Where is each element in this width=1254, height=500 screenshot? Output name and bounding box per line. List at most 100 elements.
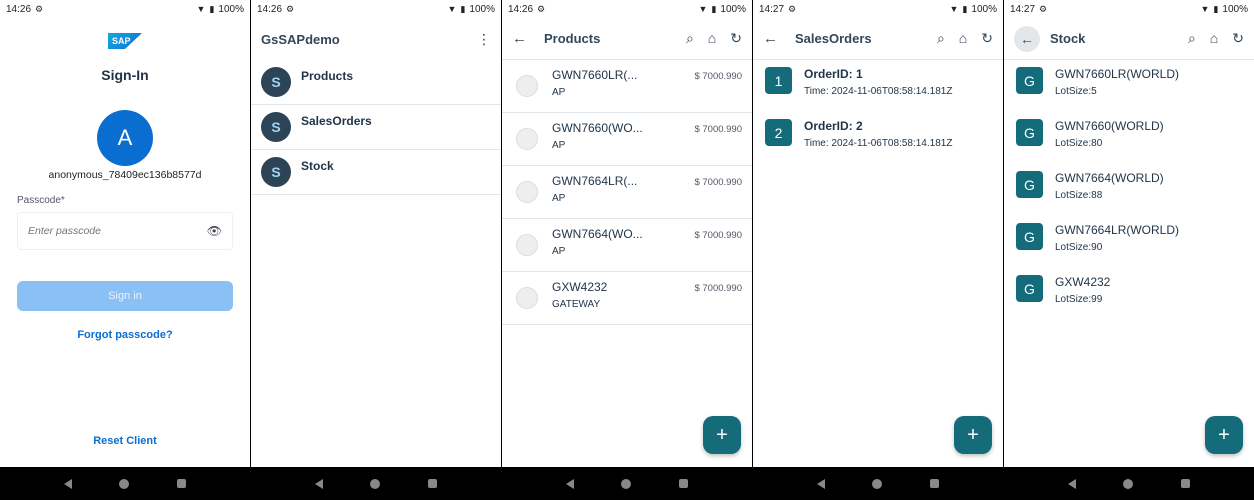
clock: 14:27 (759, 3, 785, 15)
user-id: anonymous_78409ec136b8577d (48, 169, 202, 181)
product-price: $ 7000.990 (694, 71, 742, 82)
battery-level: 100% (1222, 3, 1248, 15)
product-category: AP (552, 87, 566, 98)
add-button[interactable]: + (954, 416, 992, 454)
wifi-icon: ▼ (949, 3, 959, 14)
settings-icon: ⚙ (788, 3, 797, 14)
menu-item-salesorders[interactable]: S SalesOrders (251, 105, 501, 150)
passcode-field[interactable]: 👁 (17, 212, 233, 250)
page-title: Products (544, 31, 601, 46)
wifi-icon: ▼ (447, 3, 457, 14)
status-bar: 14:27 ⚙ ▼ ▮ 100% (1004, 0, 1254, 18)
recents-nav-icon[interactable] (1181, 479, 1191, 488)
home-icon[interactable]: ⌂ (708, 30, 716, 47)
list-item[interactable]: GWN7660LR(... AP $ 7000.990 (502, 60, 752, 113)
products-screen: 14:26 ⚙ ▼ ▮ 100% ← Products ⌕ ⌂ ↻ GWN7660LR… (502, 0, 752, 467)
stock-badge: G (1016, 119, 1043, 146)
back-arrow-icon[interactable]: ← (1014, 25, 1040, 52)
list-item[interactable]: GWN7660(WO... AP $ 7000.990 (502, 113, 752, 166)
back-arrow-icon[interactable]: ← (512, 30, 544, 47)
lot-size: LotSize:90 (1055, 242, 1103, 253)
lot-size: LotSize:99 (1055, 294, 1103, 305)
refresh-icon[interactable]: ↻ (730, 30, 742, 47)
back-nav-icon[interactable] (816, 478, 825, 489)
refresh-icon[interactable]: ↻ (1232, 30, 1244, 47)
home-nav-icon[interactable] (119, 478, 130, 489)
list-item[interactable]: G GWN7664LR(WORLD) LotSize:90 (1004, 216, 1254, 268)
settings-icon: ⚙ (1039, 3, 1048, 14)
battery-icon: ▮ (711, 3, 717, 14)
kebab-icon[interactable]: ⋮ (477, 31, 491, 48)
back-nav-icon[interactable] (63, 478, 72, 489)
signin-button[interactable]: Sign in (17, 281, 233, 311)
home-nav-icon[interactable] (1123, 478, 1134, 489)
reset-client-link[interactable]: Reset Client (0, 435, 250, 447)
list-item[interactable]: G GWN7660LR(WORLD) LotSize:5 (1004, 60, 1254, 112)
recents-nav-icon[interactable] (428, 479, 438, 488)
recents-nav-icon[interactable] (177, 479, 187, 488)
add-button[interactable]: + (1205, 416, 1243, 454)
app-bar: GsSAPdemo ⋮ (251, 18, 501, 60)
list-item[interactable]: GWN7664LR(... AP $ 7000.990 (502, 166, 752, 219)
signin-screen: 14:26 ⚙ ▼ ▮ 100% SAP Sign-In A anonymous_78… (0, 0, 250, 467)
back-nav-icon[interactable] (1067, 478, 1076, 489)
clock: 14:26 (6, 3, 32, 15)
home-nav-icon[interactable] (621, 478, 632, 489)
passcode-input[interactable] (28, 225, 188, 237)
product-price: $ 7000.990 (694, 230, 742, 241)
battery-icon: ▮ (962, 3, 968, 14)
menu-item-stock[interactable]: S Stock (251, 150, 501, 195)
product-category: GATEWAY (552, 299, 601, 310)
product-price: $ 7000.990 (694, 124, 742, 135)
page-title: SalesOrders (795, 31, 872, 46)
back-nav-icon[interactable] (314, 478, 323, 489)
lot-size: LotSize:80 (1055, 138, 1103, 149)
nav-group (0, 467, 250, 500)
home-nav-icon[interactable] (872, 478, 883, 489)
menu-item-label: SalesOrders (301, 114, 372, 128)
list-item[interactable]: G GWN7660(WORLD) LotSize:80 (1004, 112, 1254, 164)
order-id: OrderID: 2 (804, 119, 863, 133)
stock-name: GXW4232 (1055, 275, 1111, 289)
wifi-icon: ▼ (1200, 3, 1210, 14)
back-arrow-icon[interactable]: ← (763, 30, 795, 47)
product-category: AP (552, 140, 566, 151)
list-item[interactable]: G GXW4232 LotSize:99 (1004, 268, 1254, 320)
add-button[interactable]: + (703, 416, 741, 454)
list-item[interactable]: 1 OrderID: 1 Time: 2024-11-06T08:58:14.18… (753, 60, 1003, 112)
list-item[interactable]: G GWN7664(WORLD) LotSize:88 (1004, 164, 1254, 216)
screenshot-strip: 14:26 ⚙ ▼ ▮ 100% SAP Sign-In A anonymous_78… (0, 0, 1254, 500)
avatar: A (97, 110, 153, 166)
menu-item-products[interactable]: S Products (251, 60, 501, 105)
clock: 14:26 (257, 3, 283, 15)
search-icon[interactable]: ⌕ (686, 30, 694, 47)
salesorders-screen: 14:27 ⚙ ▼ ▮ 100% ← SalesOrders ⌕ ⌂ ↻ 1 Orde… (753, 0, 1003, 467)
status-bar: 14:27 ⚙ ▼ ▮ 100% (753, 0, 1003, 18)
list-item[interactable]: GWN7664(WO... AP $ 7000.990 (502, 219, 752, 272)
battery-level: 100% (218, 3, 244, 15)
menu-item-label: Stock (301, 159, 334, 173)
battery-icon: ▮ (209, 3, 215, 14)
lot-size: LotSize:88 (1055, 190, 1103, 201)
home-icon[interactable]: ⌂ (959, 30, 967, 47)
stock-name: GWN7660(WORLD) (1055, 119, 1164, 133)
eye-icon[interactable]: 👁 (207, 224, 222, 238)
settings-icon: ⚙ (286, 3, 295, 14)
order-badge: 1 (765, 67, 792, 94)
clock: 14:27 (1010, 3, 1036, 15)
product-price: $ 7000.990 (694, 283, 742, 294)
home-nav-icon[interactable] (370, 478, 381, 489)
list-item[interactable]: GXW4232 GATEWAY $ 7000.990 (502, 272, 752, 325)
home-icon[interactable]: ⌂ (1210, 30, 1218, 47)
recents-nav-icon[interactable] (679, 479, 689, 488)
menu-item-label: Products (301, 69, 354, 83)
back-nav-icon[interactable] (565, 478, 574, 489)
search-icon[interactable]: ⌕ (937, 30, 945, 47)
list-item[interactable]: 2 OrderID: 2 Time: 2024-11-06T08:58:14.18… (753, 112, 1003, 164)
search-icon[interactable]: ⌕ (1188, 30, 1196, 47)
forgot-passcode-link[interactable]: Forgot passcode? (0, 329, 250, 341)
recents-nav-icon[interactable] (930, 479, 940, 488)
settings-icon: ⚙ (35, 3, 44, 14)
product-thumbnail (516, 128, 538, 150)
refresh-icon[interactable]: ↻ (981, 30, 993, 47)
